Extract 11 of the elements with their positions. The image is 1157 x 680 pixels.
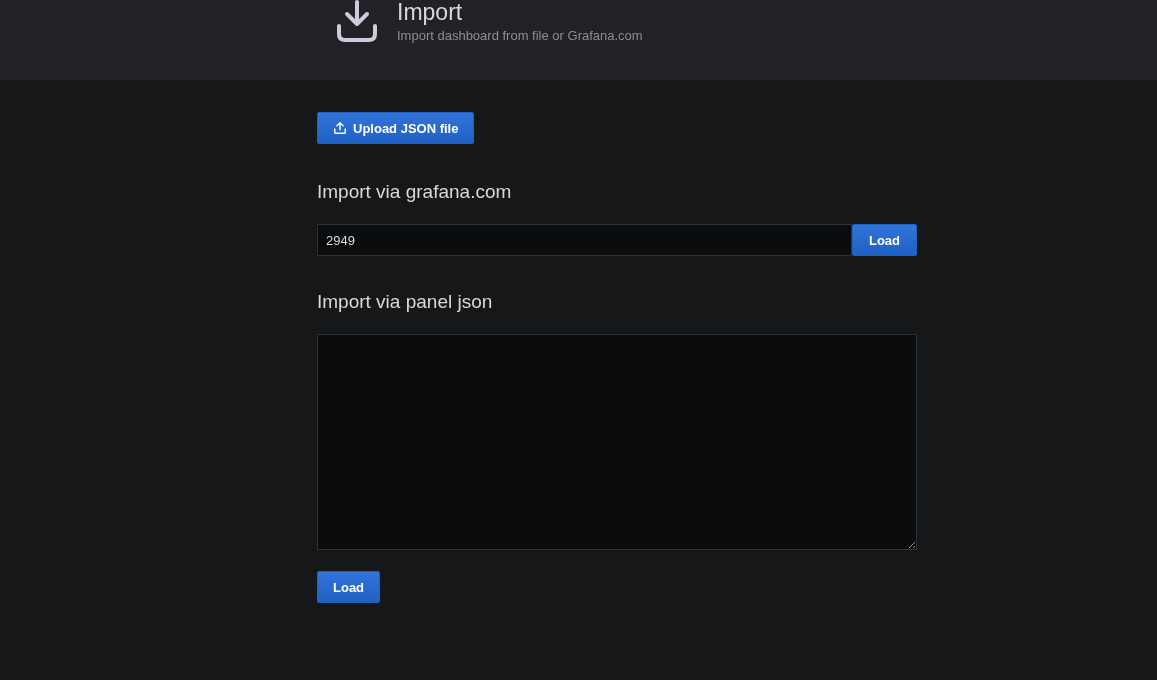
- load-button[interactable]: Load: [851, 224, 917, 256]
- dashboard-id-field[interactable]: 2949: [317, 224, 852, 256]
- page-title: Import: [397, 0, 464, 24]
- section-heading: Import via panel json: [317, 290, 493, 314]
- upload-icon: [333, 121, 347, 135]
- section-heading: Import via grafana.com: [317, 180, 512, 204]
- page-subtitle: Import dashboard from file or Grafana.com: [397, 28, 643, 43]
- upload-json-button[interactable]: Upload JSON file: [317, 112, 475, 144]
- load-button[interactable]: Load: [317, 571, 381, 603]
- download-icon: [336, 0, 378, 42]
- json-text-area[interactable]: [317, 334, 917, 550]
